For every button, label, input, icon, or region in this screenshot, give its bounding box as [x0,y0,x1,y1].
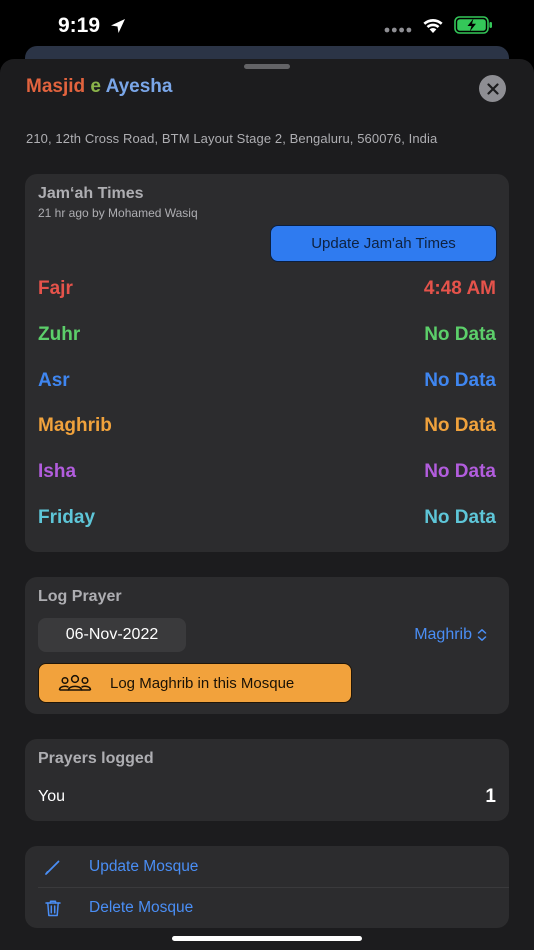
delete-mosque-button[interactable]: Delete Mosque [25,887,509,928]
mosque-address: 210, 12th Cross Road, BTM Layout Stage 2… [26,131,438,146]
jamah-heading: Jam‘ah Times [38,185,144,202]
logged-count: 1 [485,786,496,807]
mosque-name-part: Masjid [26,76,86,97]
prayer-name: Isha [38,461,77,482]
home-indicator[interactable] [172,936,362,941]
logged-user: You [38,788,65,805]
prayer-name: Asr [38,370,70,391]
date-picker[interactable]: 06-Nov-2022 [38,618,186,652]
prayer-row-maghrib: Maghrib No Data [38,415,496,441]
prayer-name: Zuhr [38,324,81,345]
mosque-name-part: e [90,76,101,97]
prayer-name: Friday [38,507,96,528]
location-arrow-icon [111,19,125,33]
prayer-time: 4:48 AM [423,278,496,299]
prayer-time: No Data [424,507,496,528]
prayer-row-isha: Isha No Data [38,461,496,487]
log-prayer-button[interactable]: Log Maghrib in this Mosque [38,663,352,703]
chevron-up-down-icon [477,629,487,641]
update-mosque-button[interactable]: Update Mosque [25,846,509,887]
prayers-logged-heading: Prayers logged [38,750,154,767]
prayer-row-zuhr: Zuhr No Data [38,324,496,350]
prayer-time: No Data [424,461,496,482]
update-mosque-label: Update Mosque [89,857,199,875]
prayer-row-friday: Friday No Data [38,507,496,533]
prayer-row-fajr: Fajr 4:48 AM [38,278,496,304]
prayer-time: No Data [424,370,496,391]
jamah-subtitle: 21 hr ago by Mohamed Wasiq [38,206,198,220]
prayer-selector-value: Maghrib [414,626,472,643]
mosque-actions-card: Update Mosque Delete Mosque [25,846,509,928]
prayer-row-asr: Asr No Data [38,370,496,396]
battery-charging-icon [454,16,492,34]
log-prayer-card: Log Prayer 06-Nov-2022 Maghrib Log Maghr… [25,577,509,714]
prayer-name: Maghrib [38,415,112,436]
trash-icon [45,899,61,916]
people-group-icon [58,674,92,691]
cellular-dots-icon [384,27,412,33]
jamah-times-card: Jam‘ah Times 21 hr ago by Mohamed Wasiq … [25,174,509,552]
mosque-name: Masjid e Ayesha [26,76,172,98]
prayer-selector[interactable]: Maghrib [414,626,487,644]
status-bar: 9:19 [0,0,534,50]
pencil-icon [45,860,60,875]
close-button[interactable] [479,75,506,102]
log-prayer-heading: Log Prayer [38,588,122,605]
prayers-logged-card: Prayers logged You 1 [25,739,509,821]
close-icon [486,82,499,95]
delete-mosque-label: Delete Mosque [89,898,194,916]
sheet-grabber[interactable] [244,64,290,69]
status-time: 9:19 [58,14,101,37]
prayer-time: No Data [424,324,496,345]
update-jamah-times-button[interactable]: Update Jam'ah Times [270,225,497,262]
log-prayer-button-label: Log Maghrib in this Mosque [110,674,295,692]
mosque-name-part: Ayesha [105,76,173,97]
prayer-name: Fajr [38,278,73,299]
prayer-time: No Data [424,415,496,436]
wifi-icon [423,18,443,33]
